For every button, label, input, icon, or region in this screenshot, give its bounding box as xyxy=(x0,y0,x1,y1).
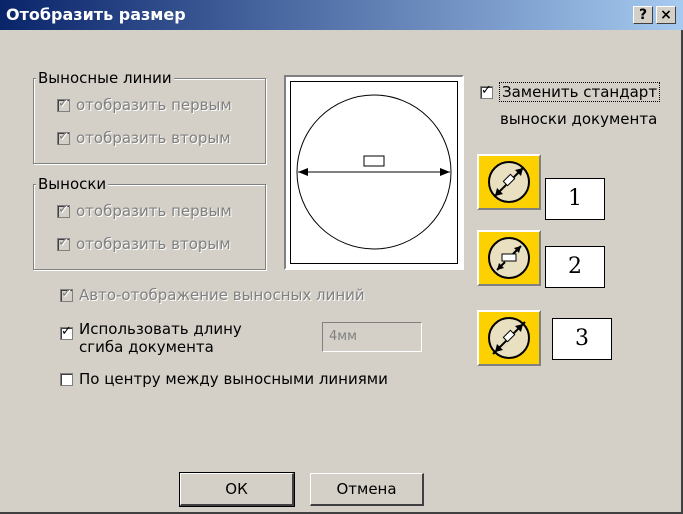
diameter-slashed-icon xyxy=(488,317,530,359)
replace-standard-checkbox[interactable]: ✓ Заменить стандарт xyxy=(480,82,661,102)
checkbox-box: ✓ xyxy=(57,128,70,145)
dimension-preview xyxy=(284,75,464,270)
ext-second-checkbox[interactable]: ✓ отобразить вторым xyxy=(57,129,231,147)
length-input[interactable]: 4мм xyxy=(322,322,422,352)
checkbox-box: ✓ xyxy=(60,285,73,302)
arrow-second-label: отобразить вторым xyxy=(76,235,231,253)
checkbox-box xyxy=(60,372,73,386)
arrow-second-checkbox[interactable]: ✓ отобразить вторым xyxy=(57,235,231,253)
diameter-preview-drawing xyxy=(296,94,452,250)
center-checkbox[interactable]: По центру между выносными линиями xyxy=(60,370,388,388)
callout-3: 3 xyxy=(552,318,612,360)
title-bar[interactable]: Отобразить размер ? × xyxy=(0,0,683,30)
replace-standard-label: Заменить стандарт xyxy=(499,82,661,102)
checkbox-box: ✓ xyxy=(57,201,70,218)
close-button[interactable]: × xyxy=(656,6,676,24)
ok-button[interactable]: ОК xyxy=(179,472,295,507)
arrow-style-button-3[interactable] xyxy=(477,310,541,366)
diameter-inside-icon xyxy=(488,161,530,203)
checkbox-box: ✓ xyxy=(60,324,73,340)
arrow-first-label: отобразить первым xyxy=(76,202,232,220)
arrow-first-checkbox[interactable]: ✓ отобразить первым xyxy=(57,202,232,220)
use-length-label-line1: Использовать длину xyxy=(79,320,242,338)
callout-2: 2 xyxy=(545,246,605,288)
cancel-button[interactable]: Отмена xyxy=(310,473,424,506)
extension-lines-group: Выносные линии ✓ отобразить первым ✓ ото… xyxy=(33,69,266,164)
window-title: Отобразить размер xyxy=(6,5,186,24)
use-length-label-line2: сгиба документа xyxy=(79,338,214,356)
ext-first-label: отобразить первым xyxy=(76,96,232,114)
checkbox-box: ✓ xyxy=(480,82,493,99)
replace-standard-label-2: выноски документа xyxy=(500,110,658,128)
help-button[interactable]: ? xyxy=(633,6,653,24)
preview-frame xyxy=(290,81,458,264)
callout-1: 1 xyxy=(545,178,605,220)
checkbox-box: ✓ xyxy=(57,95,70,112)
arrows-group: Выноски ✓ отобразить первым ✓ отобразить… xyxy=(33,175,266,270)
extension-lines-legend: Выносные линии xyxy=(36,69,174,87)
auto-ext-lines-label: Авто-отображение выносных линий xyxy=(79,286,365,304)
arrow-style-button-2[interactable] xyxy=(477,230,541,286)
auto-ext-lines-checkbox[interactable]: ✓ Авто-отображение выносных линий xyxy=(60,286,365,304)
diameter-outside-icon xyxy=(488,237,530,279)
ext-second-label: отобразить вторым xyxy=(76,129,231,147)
dialog-window: Отобразить размер ? × Выносные линии ✓ о… xyxy=(0,0,683,514)
arrows-legend: Выноски xyxy=(36,175,109,193)
checkbox-box: ✓ xyxy=(57,234,70,251)
arrow-style-button-1[interactable] xyxy=(477,154,541,210)
use-length-checkbox[interactable]: ✓ Использовать длину сгиба документа xyxy=(60,320,242,356)
use-length-label: Использовать длину сгиба документа xyxy=(79,320,242,356)
ext-first-checkbox[interactable]: ✓ отобразить первым xyxy=(57,96,232,114)
center-label: По центру между выносными линиями xyxy=(79,370,388,388)
